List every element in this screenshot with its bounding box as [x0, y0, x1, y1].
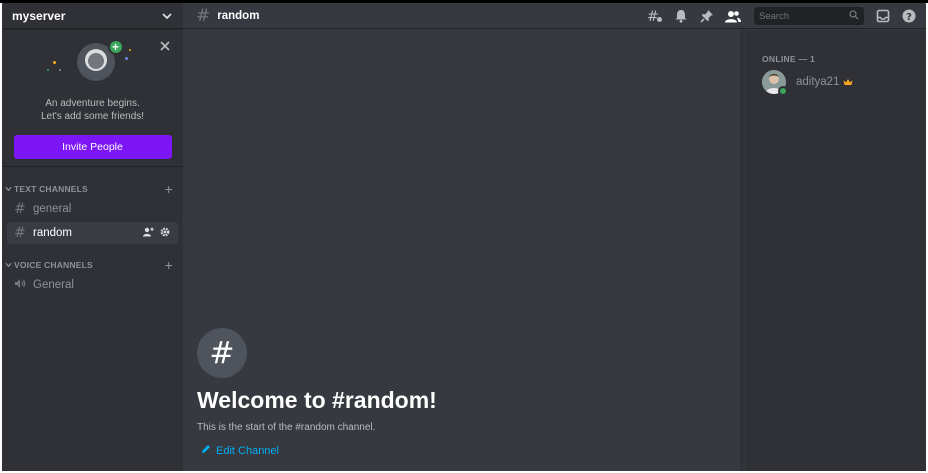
- chat-area: # Welcome to #random! This is the start …: [183, 30, 739, 471]
- category-voice-channels[interactable]: VOICE CHANNELS +: [2, 257, 183, 273]
- invite-line-2: Let's add some friends!: [40, 111, 145, 122]
- speaker-icon: [14, 277, 30, 293]
- online-status-indicator: [778, 86, 788, 96]
- chat-header: # random # Search ?: [183, 3, 926, 29]
- help-icon[interactable]: ?: [898, 5, 920, 27]
- discord-app: myserver + An adventure begins. Let's ad…: [2, 3, 926, 471]
- channel-name: General: [33, 279, 74, 291]
- server-name: myserver: [12, 8, 66, 23]
- category-label: TEXT CHANNELS: [14, 184, 88, 194]
- channel-title: random: [217, 9, 260, 22]
- edit-channel-link[interactable]: Edit Channel: [201, 444, 279, 457]
- chevron-down-icon: [5, 262, 12, 268]
- create-invite-icon[interactable]: [143, 227, 154, 240]
- member-list: ONLINE — 1 aditya21: [746, 30, 926, 471]
- add-channel-icon[interactable]: +: [165, 181, 173, 197]
- header-toolbar: # ?: [640, 3, 920, 29]
- svg-text:#: #: [647, 9, 659, 23]
- member-name: aditya21: [796, 76, 840, 88]
- welcome-subtitle: This is the start of the #random channel…: [197, 422, 376, 433]
- channel-name: general: [33, 203, 72, 215]
- search-icon: [849, 7, 859, 25]
- channel-general[interactable]: # general: [7, 198, 178, 220]
- category-text-channels[interactable]: TEXT CHANNELS +: [2, 181, 183, 197]
- chevron-down-icon: [5, 186, 12, 192]
- pin-icon[interactable]: [696, 5, 718, 27]
- inbox-icon[interactable]: [872, 5, 894, 27]
- add-channel-icon[interactable]: +: [165, 257, 173, 273]
- threads-icon[interactable]: #: [644, 5, 666, 27]
- pencil-icon: [201, 444, 211, 457]
- members-category: ONLINE — 1: [762, 54, 816, 64]
- hash-icon: #: [14, 201, 26, 217]
- edit-channel-label: Edit Channel: [216, 444, 279, 457]
- hash-icon: #: [196, 5, 211, 26]
- channel-random[interactable]: # random: [7, 222, 178, 244]
- search-input[interactable]: [759, 10, 843, 22]
- hash-icon: #: [14, 225, 26, 241]
- member-item[interactable]: aditya21: [762, 70, 926, 96]
- bell-icon[interactable]: [670, 5, 692, 27]
- chevron-down-icon[interactable]: [161, 10, 173, 22]
- chat-scrollbar[interactable]: [740, 30, 745, 471]
- channel-name: random: [33, 227, 72, 239]
- invite-people-button[interactable]: Invite People: [13, 135, 172, 159]
- member-list-icon[interactable]: [722, 5, 744, 27]
- channel-sidebar: myserver + An adventure begins. Let's ad…: [2, 3, 183, 471]
- avatar: [762, 70, 788, 96]
- crown-icon: [843, 73, 853, 91]
- search-box[interactable]: [754, 7, 864, 25]
- hash-icon: #: [197, 328, 247, 378]
- server-header[interactable]: myserver: [2, 3, 183, 29]
- category-label: VOICE CHANNELS: [14, 260, 93, 270]
- welcome-title: Welcome to #random!: [197, 387, 437, 413]
- add-friends-illustration: +: [33, 39, 153, 87]
- svg-text:?: ?: [906, 12, 912, 23]
- invite-card-text: An adventure begins. Let's add some frie…: [2, 97, 183, 123]
- invite-line-1: An adventure begins.: [45, 98, 140, 109]
- invite-card: + An adventure begins. Let's add some fr…: [2, 29, 183, 167]
- gear-icon[interactable]: [160, 227, 170, 240]
- close-icon[interactable]: [159, 39, 171, 51]
- plus-badge-icon: +: [107, 39, 124, 55]
- voice-channel-general[interactable]: General: [7, 274, 178, 296]
